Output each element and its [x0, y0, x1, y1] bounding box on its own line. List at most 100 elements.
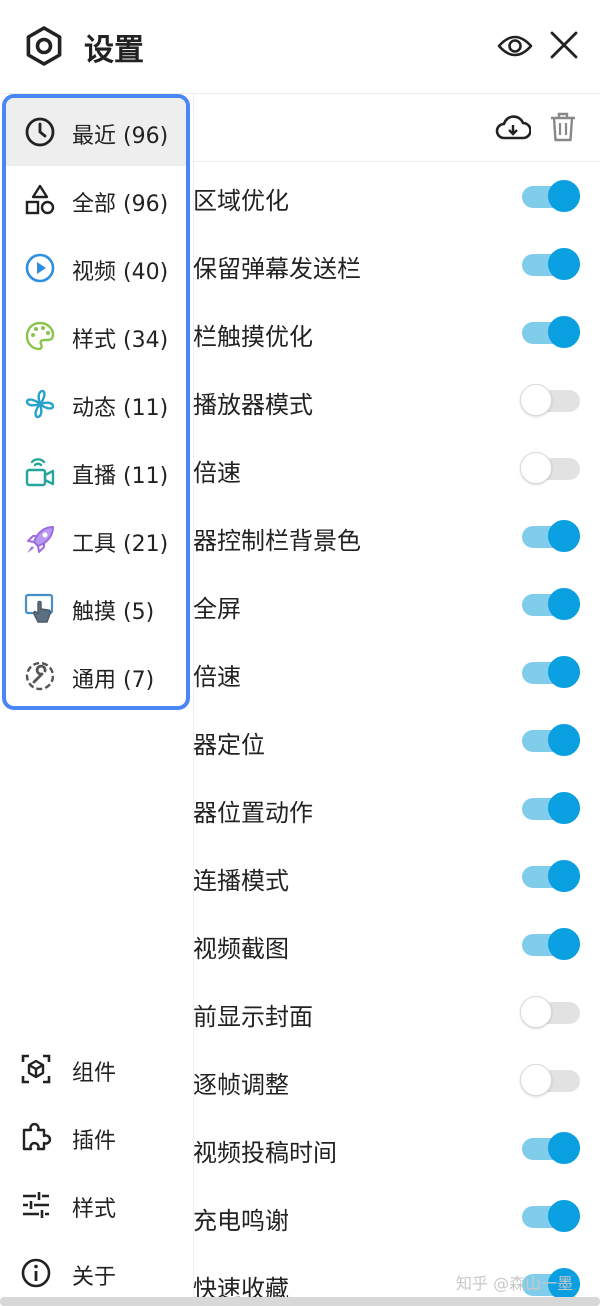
- toggle-knob: [548, 248, 580, 280]
- setting-row: 保留弹幕发送栏: [193, 230, 600, 298]
- toggle-knob: [548, 520, 580, 552]
- nav-item-styles[interactable]: 样式: [0, 1173, 192, 1237]
- nav-item-about[interactable]: 关于: [0, 1241, 192, 1305]
- trash-icon[interactable]: [548, 111, 578, 143]
- toggle-knob: [548, 180, 580, 212]
- category-label: 通用 (7): [72, 668, 155, 693]
- category-label: 最近 (96): [72, 124, 169, 149]
- toggle-knob: [548, 724, 580, 756]
- setting-label: 连播模式: [193, 867, 289, 895]
- toggle-knob: [548, 1132, 580, 1164]
- setting-label: 器位置动作: [193, 799, 313, 827]
- setting-toggle[interactable]: [520, 1132, 582, 1166]
- setting-row: 区域优化: [193, 162, 600, 230]
- category-item-live[interactable]: 直播 (11): [6, 438, 186, 506]
- setting-label: 播放器模式: [193, 391, 313, 419]
- setting-label: 视频截图: [193, 935, 289, 963]
- setting-label: 倍速: [193, 663, 241, 691]
- toggle-knob: [520, 996, 552, 1028]
- clock-icon: [25, 117, 55, 147]
- category-item-tools[interactable]: 工具 (21): [6, 506, 186, 574]
- toggle-knob: [548, 792, 580, 824]
- rocket-icon: [27, 526, 54, 553]
- live-camera-icon: [25, 458, 55, 487]
- setting-row: 栏触摸优化: [193, 298, 600, 366]
- nav-label: 组件: [72, 1061, 117, 1086]
- setting-row: 逐帧调整: [193, 1046, 600, 1114]
- wrench-circle-icon: [25, 661, 55, 691]
- setting-toggle[interactable]: [520, 316, 582, 350]
- setting-label: 视频投稿时间: [193, 1139, 337, 1167]
- category-item-style[interactable]: 样式 (34): [6, 302, 186, 370]
- setting-toggle[interactable]: [520, 792, 582, 826]
- setting-toggle[interactable]: [520, 520, 582, 554]
- category-label: 样式 (34): [72, 328, 169, 353]
- setting-label: 倍速: [193, 459, 241, 487]
- setting-row: 倍速: [193, 434, 600, 502]
- setting-row: 播放器模式: [193, 366, 600, 434]
- touch-icon: [24, 593, 54, 623]
- setting-row: 器定位: [193, 706, 600, 774]
- category-label: 工具 (21): [72, 532, 169, 557]
- setting-toggle[interactable]: [520, 452, 582, 486]
- setting-row: 前显示封面: [193, 978, 600, 1046]
- category-item-recent[interactable]: 最近 (96): [6, 98, 186, 166]
- cloud-download-icon[interactable]: [495, 112, 531, 144]
- gear-hexagon-icon: [26, 26, 62, 66]
- category-label: 动态 (11): [72, 396, 169, 421]
- category-label: 视频 (40): [72, 260, 169, 285]
- setting-toggle[interactable]: [520, 724, 582, 758]
- play-circle-icon: [25, 253, 55, 283]
- setting-toggle[interactable]: [520, 248, 582, 282]
- info-icon: [21, 1258, 51, 1288]
- setting-row: 器位置动作: [193, 774, 600, 842]
- setting-toggle[interactable]: [520, 996, 582, 1030]
- setting-label: 器定位: [193, 731, 265, 759]
- category-label: 触摸 (5): [72, 600, 155, 625]
- category-label: 直播 (11): [72, 464, 169, 489]
- setting-toggle[interactable]: [520, 588, 582, 622]
- setting-toggle[interactable]: [520, 384, 582, 418]
- setting-row: 倍速: [193, 638, 600, 706]
- setting-toggle[interactable]: [520, 180, 582, 214]
- eye-icon[interactable]: [497, 30, 533, 62]
- setting-row: 器控制栏背景色: [193, 502, 600, 570]
- toggle-knob: [520, 384, 552, 416]
- nav-item-plugins[interactable]: 插件: [0, 1105, 192, 1169]
- toggle-knob: [548, 928, 580, 960]
- category-item-touch[interactable]: 触摸 (5): [6, 574, 186, 642]
- nav-label: 样式: [72, 1197, 117, 1222]
- category-panel: 最近 (96) 全部 (96) 视频 (40) 样式 (34) 动态 (11) …: [2, 94, 190, 710]
- setting-label: 保留弹幕发送栏: [193, 255, 361, 283]
- setting-row: 充电鸣谢: [193, 1182, 600, 1250]
- setting-toggle[interactable]: [520, 1064, 582, 1098]
- nav-item-components[interactable]: 组件: [0, 1037, 192, 1101]
- toggle-knob: [520, 1064, 552, 1096]
- category-item-general[interactable]: 通用 (7): [6, 642, 186, 706]
- toggle-knob: [548, 588, 580, 620]
- setting-row: 视频截图: [193, 910, 600, 978]
- toolbar: [193, 94, 600, 162]
- setting-label: 逐帧调整: [193, 1071, 289, 1099]
- setting-toggle[interactable]: [520, 860, 582, 894]
- nav-label: 插件: [72, 1129, 117, 1154]
- setting-toggle[interactable]: [520, 1200, 582, 1234]
- setting-label: 全屏: [193, 595, 241, 623]
- category-item-dynamic[interactable]: 动态 (11): [6, 370, 186, 438]
- setting-row: 连播模式: [193, 842, 600, 910]
- category-item-video[interactable]: 视频 (40): [6, 234, 186, 302]
- setting-label: 充电鸣谢: [193, 1207, 289, 1235]
- horizontal-scrollbar[interactable]: [0, 1297, 600, 1306]
- close-icon[interactable]: [548, 29, 580, 61]
- nav-label: 关于: [72, 1265, 117, 1290]
- category-item-all[interactable]: 全部 (96): [6, 166, 186, 234]
- cube-icon: [21, 1054, 51, 1084]
- setting-toggle[interactable]: [520, 656, 582, 690]
- setting-toggle[interactable]: [520, 928, 582, 962]
- header: 设置: [0, 0, 600, 94]
- sliders-icon: [23, 1192, 49, 1218]
- toggle-knob: [548, 860, 580, 892]
- toggle-knob: [548, 656, 580, 688]
- setting-label: 区域优化: [193, 187, 289, 215]
- toggle-knob: [548, 316, 580, 348]
